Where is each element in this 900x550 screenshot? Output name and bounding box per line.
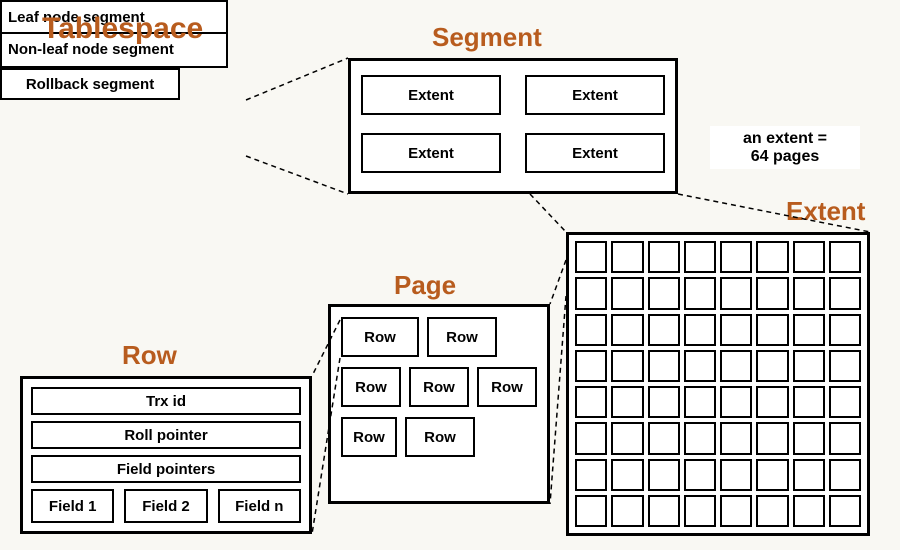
extent-page-cell	[756, 314, 788, 346]
row-roll-pointer: Roll pointer	[31, 421, 301, 449]
extent-page-cell	[720, 495, 752, 527]
extent-page-cell	[611, 314, 643, 346]
extent-page-cell	[648, 422, 680, 454]
title-tablespace: Tablespace	[42, 12, 203, 46]
extent-page-cell	[684, 495, 716, 527]
extent-page-cell	[648, 350, 680, 382]
page-row-cell: Row	[427, 317, 497, 357]
extent-page-cell	[720, 277, 752, 309]
extent-page-cell	[611, 350, 643, 382]
extent-page-cell	[575, 459, 607, 491]
extent-page-cell	[648, 314, 680, 346]
extent-page-cell	[829, 350, 861, 382]
extent-page-cell	[720, 241, 752, 273]
row-box: Trx id Roll pointer Field pointers Field…	[20, 376, 312, 534]
extent-page-cell	[648, 241, 680, 273]
extent-page-cell	[793, 241, 825, 273]
row-field: Field 2	[124, 489, 207, 523]
extent-page-cell	[756, 459, 788, 491]
extent-page-cell	[575, 422, 607, 454]
extent-note: an extent = 64 pages	[710, 126, 860, 169]
extent-page-cell	[648, 386, 680, 418]
extent-page-cell	[793, 350, 825, 382]
extent-note-line2: 64 pages	[751, 148, 819, 165]
extent-grid	[566, 232, 870, 536]
page-row-cell: Row	[477, 367, 537, 407]
extent-page-cell	[793, 314, 825, 346]
extent-page-cell	[829, 422, 861, 454]
row-field: Field 1	[31, 489, 114, 523]
segment-box: Extent Extent Extent Extent	[348, 58, 678, 194]
extent-page-cell	[611, 495, 643, 527]
extent-page-cell	[611, 422, 643, 454]
extent-note-line1: an extent =	[743, 130, 827, 147]
extent-page-cell	[720, 459, 752, 491]
row-field-pointers: Field pointers	[31, 455, 301, 483]
extent-page-cell	[756, 495, 788, 527]
extent-page-cell	[756, 277, 788, 309]
extent-page-cell	[611, 459, 643, 491]
extent-page-cell	[684, 386, 716, 418]
extent-page-cell	[575, 241, 607, 273]
extent-cell: Extent	[361, 133, 501, 173]
extent-page-cell	[829, 277, 861, 309]
page-row-cell: Row	[341, 317, 419, 357]
extent-cell: Extent	[525, 133, 665, 173]
extent-page-cell	[793, 459, 825, 491]
extent-page-cell	[793, 495, 825, 527]
page-box: Row Row Row Row Row Row Row	[328, 304, 550, 504]
extent-page-cell	[648, 277, 680, 309]
extent-page-cell	[829, 495, 861, 527]
row-trx-id: Trx id	[31, 387, 301, 415]
page-row-cell: Row	[341, 417, 397, 457]
title-extent: Extent	[786, 196, 865, 227]
extent-page-cell	[575, 277, 607, 309]
extent-page-cell	[575, 314, 607, 346]
extent-page-cell	[793, 422, 825, 454]
extent-page-cell	[720, 422, 752, 454]
extent-cell: Extent	[361, 75, 501, 115]
page-row-cell: Row	[405, 417, 475, 457]
extent-page-cell	[684, 422, 716, 454]
extent-page-cell	[575, 495, 607, 527]
extent-page-cell	[829, 314, 861, 346]
extent-page-cell	[720, 386, 752, 418]
extent-page-cell	[575, 350, 607, 382]
title-page: Page	[394, 270, 456, 301]
extent-page-cell	[611, 386, 643, 418]
page-row-cell: Row	[409, 367, 469, 407]
extent-page-cell	[720, 314, 752, 346]
extent-page-cell	[756, 241, 788, 273]
extent-page-cell	[829, 386, 861, 418]
extent-page-cell	[829, 241, 861, 273]
extent-page-cell	[611, 277, 643, 309]
extent-page-cell	[684, 314, 716, 346]
extent-page-cell	[684, 241, 716, 273]
extent-page-cell	[756, 350, 788, 382]
extent-page-cell	[756, 422, 788, 454]
extent-page-cell	[720, 350, 752, 382]
title-row: Row	[122, 340, 177, 371]
title-segment: Segment	[432, 22, 542, 53]
rollback-segment: Rollback segment	[0, 68, 180, 100]
page-row-cell: Row	[341, 367, 401, 407]
extent-page-cell	[611, 241, 643, 273]
extent-page-cell	[648, 459, 680, 491]
row-field: Field n	[218, 489, 301, 523]
extent-page-cell	[793, 386, 825, 418]
extent-page-cell	[829, 459, 861, 491]
extent-page-cell	[648, 495, 680, 527]
extent-page-cell	[684, 350, 716, 382]
extent-page-cell	[793, 277, 825, 309]
extent-page-cell	[684, 459, 716, 491]
extent-page-cell	[575, 386, 607, 418]
extent-page-cell	[684, 277, 716, 309]
extent-page-cell	[756, 386, 788, 418]
extent-cell: Extent	[525, 75, 665, 115]
